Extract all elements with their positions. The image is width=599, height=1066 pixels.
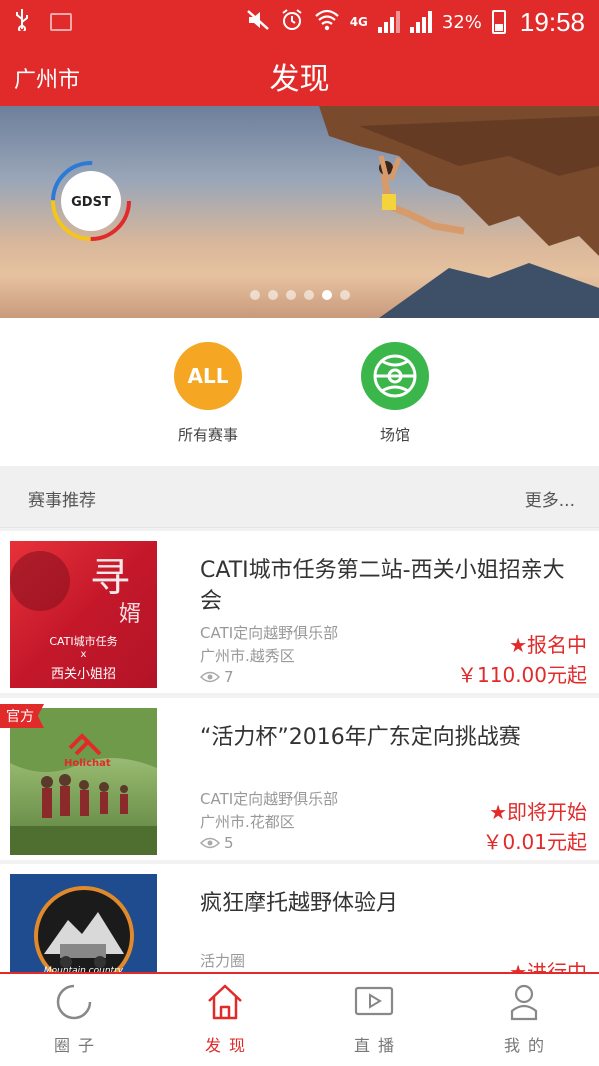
home-icon: [165, 982, 285, 1022]
clock: 19:58: [519, 6, 585, 37]
play-icon: [314, 982, 434, 1022]
event-thumbnail: 寻 婿 CATI城市任务 x 西关小姐招: [10, 541, 157, 688]
battery-percent: 32%: [441, 11, 482, 33]
category-label: 所有赛事: [177, 426, 238, 444]
event-title: “活力杯”2016年广东定向挑战赛: [200, 725, 521, 750]
event-views: 7: [200, 668, 234, 686]
event-thumbnail: Holichat: [10, 708, 157, 855]
usb-icon: [14, 8, 30, 36]
nav-label: 发现: [204, 1036, 253, 1055]
network-type: 4G: [349, 15, 368, 29]
event-title: CATI城市任务第二站-西关小姐招亲大会: [200, 558, 565, 614]
official-badge: 官方: [0, 704, 44, 728]
stadium-icon[interactable]: [361, 342, 429, 410]
eye-icon: [200, 671, 220, 683]
banner-dot-active[interactable]: [321, 290, 332, 300]
category-label: 场馆: [379, 426, 410, 444]
event-price: ￥110.00元起: [457, 663, 587, 687]
event-organizer: 活力圈: [200, 952, 246, 970]
mute-icon: [246, 9, 270, 36]
recommended-section-header: 赛事推荐 更多...: [0, 466, 599, 528]
svg-text:婿: 婿: [119, 602, 141, 627]
banner-dot[interactable]: [249, 290, 260, 300]
section-title: 赛事推荐: [28, 491, 96, 511]
more-link[interactable]: 更多...: [525, 486, 575, 511]
status-bar: 4G 32% 19:58: [0, 0, 599, 44]
category-stadium[interactable]: 场馆: [335, 342, 455, 445]
signal-1-icon: [377, 11, 400, 33]
user-icon: [464, 982, 584, 1022]
nav-label: 直播: [353, 1036, 402, 1055]
alarm-icon: [280, 8, 304, 37]
page-title: 发现: [269, 62, 330, 97]
event-location: 广州市.花都区: [200, 813, 295, 831]
nav-tab-circle[interactable]: 圈子: [14, 982, 134, 1056]
event-organizer: CATI定向越野俱乐部: [200, 624, 339, 642]
nav-label: 圈子: [53, 1036, 102, 1055]
event-location: 广州市.越秀区: [200, 647, 295, 665]
all-events-icon[interactable]: ALL: [174, 342, 242, 410]
banner-dot[interactable]: [339, 290, 350, 300]
battery-icon: [491, 10, 506, 34]
category-all-events[interactable]: ALL 所有赛事: [148, 342, 268, 445]
banner-dot[interactable]: [267, 290, 278, 300]
nav-tab-live[interactable]: 直播: [314, 982, 434, 1056]
signal-2-icon: [409, 11, 432, 33]
event-card[interactable]: 寻 婿 CATI城市任务 x 西关小姐招 CATI城市任务第二站-西关小姐招亲大…: [0, 531, 599, 693]
eye-icon: [200, 837, 220, 849]
svg-text:GDST: GDST: [71, 195, 111, 210]
app-screen: 4G 32% 19:58 广州市 发现 GDST ALL 所有赛事 场馆 赛事推…: [0, 0, 599, 1066]
event-card[interactable]: Holichat 官方 “活力杯”2016年广东定向挑战赛 CATI定向越野俱乐…: [0, 698, 599, 860]
banner-dot[interactable]: [285, 290, 296, 300]
wifi-icon: [314, 9, 340, 36]
event-status: ★报名中: [509, 633, 587, 657]
event-status: ★即将开始: [489, 800, 587, 824]
circle-icon: [14, 982, 134, 1022]
category-row: ALL 所有赛事 场馆: [0, 318, 599, 466]
event-title: 疯狂摩托越野体验月: [200, 891, 399, 916]
nav-tab-discover[interactable]: 发现: [165, 982, 285, 1056]
nav-label: 我的: [503, 1036, 552, 1055]
gdst-logo: GDST: [51, 161, 131, 241]
svg-text:寻: 寻: [90, 555, 130, 601]
nav-tab-me[interactable]: 我的: [464, 982, 584, 1056]
banner-rock-image: [319, 106, 599, 256]
notification-icon: [50, 13, 72, 31]
event-price: ￥0.01元起: [482, 830, 587, 854]
banner-pagination[interactable]: [0, 290, 599, 300]
banner-mountain-image: [379, 263, 599, 318]
event-views: 5: [200, 834, 234, 852]
bottom-navigation: 圈子 发现 直播 我的: [0, 972, 599, 1066]
app-header: 广州市 发现: [0, 44, 599, 106]
banner-dot[interactable]: [303, 290, 314, 300]
event-organizer: CATI定向越野俱乐部: [200, 790, 339, 808]
promo-banner[interactable]: GDST: [0, 106, 599, 318]
